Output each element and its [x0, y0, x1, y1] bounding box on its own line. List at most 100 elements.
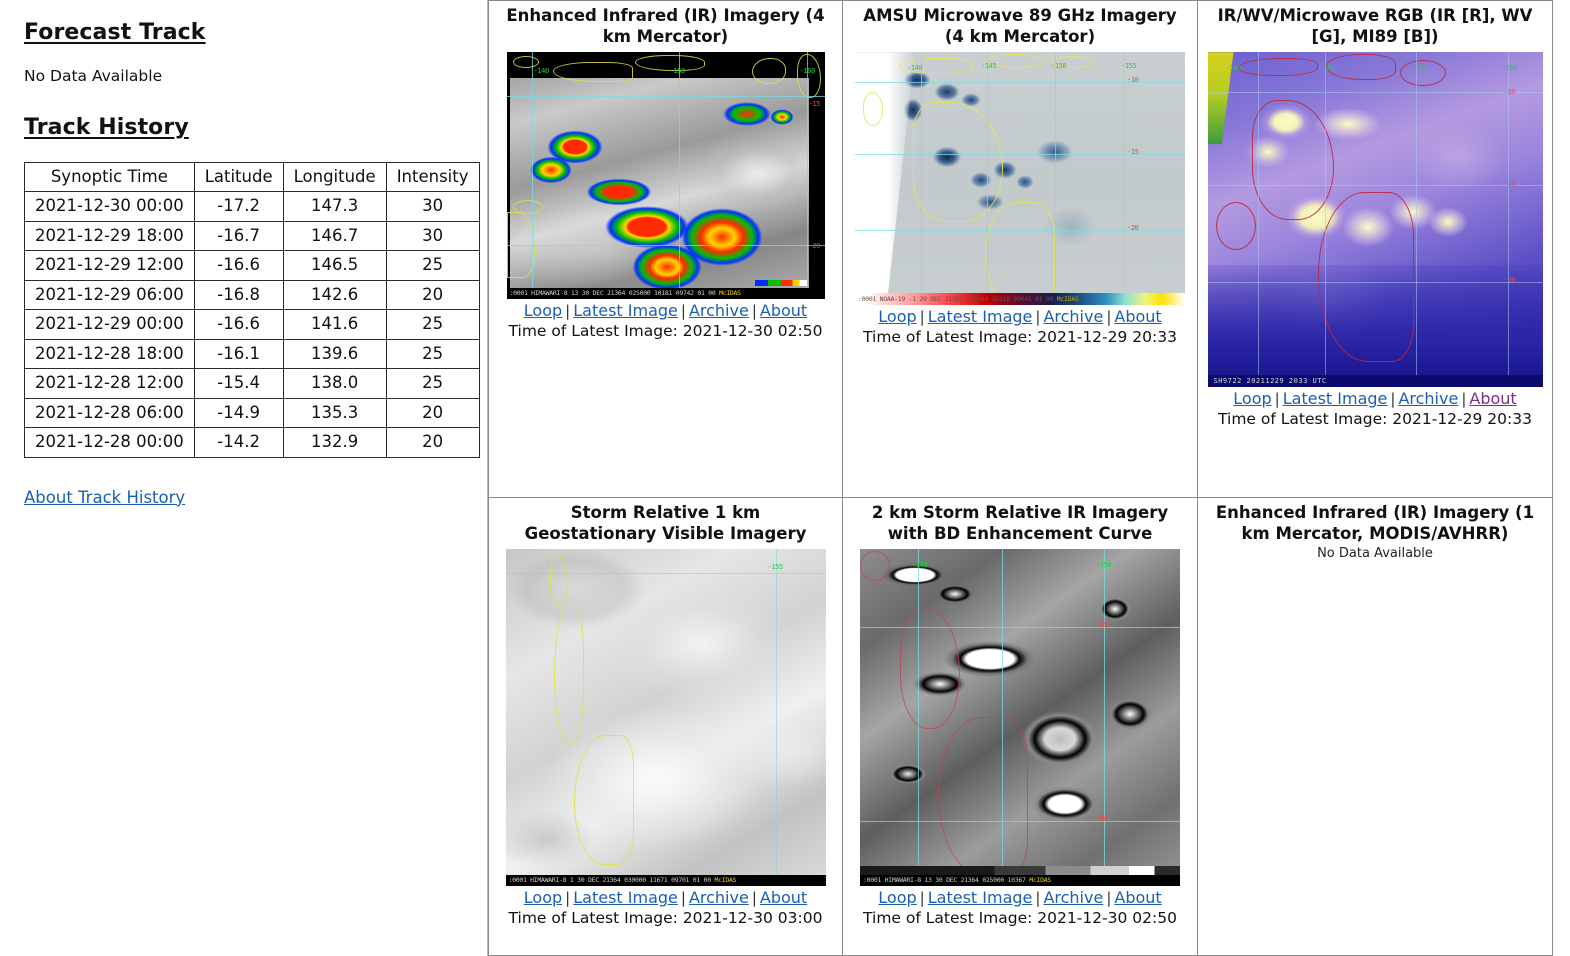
latest-image-link[interactable]: Latest Image: [573, 888, 678, 907]
column-header-latitude: Latitude: [193, 161, 284, 193]
archive-link[interactable]: Archive: [1398, 389, 1458, 408]
panel-amsu-microwave-89ghz: AMSU Microwave 89 GHz Imagery (4 km Merc…: [843, 0, 1198, 498]
cell-longitude: 142.6: [282, 279, 387, 311]
satellite-image-amsu-microwave[interactable]: -140 -145 -150 -155 -10 -15 -20 :0001 NO…: [855, 52, 1185, 306]
panel-caption: Loop | Latest Image | Archive | About Time of …: [1218, 389, 1532, 429]
cell-synoptic-time: 2021-12-29 06:00: [24, 279, 195, 311]
link-separator: |: [680, 889, 686, 908]
lon-label: -150: [669, 67, 686, 76]
image-footer-strip: SH9722 20211229 2033 UTC: [1207, 375, 1543, 388]
cell-latitude: -16.6: [193, 250, 284, 281]
archive-link[interactable]: Archive: [1043, 888, 1103, 907]
image-footer-strip: :0001 HIMAWARI-8 13 30 DEC 21364 025000 …: [506, 288, 825, 300]
lon-label: -140: [533, 67, 550, 76]
cell-intensity: 20: [385, 427, 480, 458]
cell-latitude: -16.6: [193, 309, 284, 340]
cell-longitude: 135.3: [282, 397, 387, 429]
lon-label: -155: [767, 563, 784, 572]
cell-intensity: 25: [385, 309, 480, 340]
about-link[interactable]: About: [1114, 307, 1161, 326]
about-link[interactable]: About: [760, 888, 807, 907]
cell-latitude: -14.2: [193, 427, 284, 458]
panel-title-line2: with BD Enhancement Curve: [887, 524, 1153, 544]
link-separator: |: [1035, 308, 1041, 327]
cell-latitude: -17.2: [193, 191, 284, 222]
loop-link[interactable]: Loop: [524, 301, 562, 320]
panel-title-line2: km Mercator): [602, 27, 729, 47]
panel-enhanced-ir-4km: Enhanced Infrared (IR) Imagery (4 km Mer…: [488, 0, 843, 498]
cell-synoptic-time: 2021-12-28 06:00: [24, 397, 195, 429]
latest-image-link[interactable]: Latest Image: [573, 301, 678, 320]
image-footer-text: :0001 HIMAWARI-8 1 30 DEC 21364 030000 1…: [508, 876, 712, 885]
loop-link[interactable]: Loop: [878, 307, 916, 326]
about-link[interactable]: About: [1114, 888, 1161, 907]
satellite-image-rgb-composite[interactable]: -140 -145 -150 -155 -10 -15 -20 SH9722 2…: [1207, 52, 1543, 388]
cell-latitude: -16.7: [193, 220, 284, 252]
track-history-body: 2021-12-30 00:00 -17.2 147.3 30 2021-12-29 1…: [24, 191, 480, 458]
panel-links: Loop | Latest Image | Archive | About: [863, 307, 1177, 327]
cell-synoptic-time: 2021-12-29 00:00: [24, 309, 195, 340]
link-separator: |: [1106, 889, 1112, 908]
satellite-image-bd-enhancement[interactable]: -145 -150 -15 -20 :0001 HIMAWARI-8 13 30…: [860, 549, 1180, 887]
panel-caption: Loop | Latest Image | Archive | About Time of …: [509, 301, 823, 341]
link-separator: |: [919, 308, 925, 327]
panel-title-line1: Storm Relative 1 km: [570, 503, 761, 522]
link-separator: |: [1461, 390, 1467, 409]
satellite-image-visible[interactable]: -155 :0001 HIMAWARI-8 1 30 DEC 21364 030…: [505, 549, 826, 887]
latest-image-link[interactable]: Latest Image: [1283, 389, 1388, 408]
lon-label: -150: [1096, 561, 1112, 570]
latest-image-link[interactable]: Latest Image: [928, 888, 1033, 907]
cell-synoptic-time: 2021-12-28 12:00: [24, 368, 195, 399]
panel-title-line1: Enhanced Infrared (IR) Imagery (4: [506, 6, 825, 25]
archive-link[interactable]: Archive: [689, 301, 749, 320]
cell-latitude: -14.9: [193, 397, 284, 429]
mcidas-brand: McIDAS: [714, 876, 737, 885]
cell-longitude: 139.6: [282, 338, 387, 370]
about-link[interactable]: About: [1469, 389, 1516, 408]
archive-link[interactable]: Archive: [689, 888, 749, 907]
link-separator: |: [680, 302, 686, 321]
loop-link[interactable]: Loop: [878, 888, 916, 907]
panel-enhanced-ir-1km-modis-avhrr: Enhanced Infrared (IR) Imagery (1 km Mer…: [1198, 498, 1553, 956]
lon-label: -150: [1409, 64, 1426, 73]
table-header-row: Synoptic Time Latitude Longitude Intensi…: [24, 161, 480, 193]
forecast-track-heading: Forecast Track: [24, 20, 206, 45]
satellite-image-enhanced-ir[interactable]: -140 -150 -160 -15 -20 :0001 HIMAWARI-8 …: [506, 52, 825, 300]
lon-label: -145: [1317, 64, 1334, 73]
cell-latitude: -16.8: [193, 279, 284, 311]
cell-synoptic-time: 2021-12-30 00:00: [24, 191, 195, 222]
lat-label: -10: [1127, 76, 1139, 85]
cell-longitude: 141.6: [282, 309, 387, 340]
cell-synoptic-time: 2021-12-28 18:00: [24, 338, 195, 370]
latest-image-link[interactable]: Latest Image: [928, 307, 1033, 326]
about-track-history-link[interactable]: About Track History: [24, 488, 185, 507]
panel-title-line1: 2 km Storm Relative IR Imagery: [871, 503, 1169, 522]
panel-ir-wv-microwave-rgb: IR/WV/Microwave RGB (IR [R], WV [G], MI8…: [1198, 0, 1553, 498]
panel-title-line1: Enhanced Infrared (IR) Imagery (1: [1215, 503, 1535, 522]
latest-image-time: Time of Latest Image: 2021-12-29 20:33: [863, 328, 1177, 347]
cell-longitude: 138.0: [282, 368, 387, 399]
cell-intensity: 20: [385, 279, 480, 311]
cell-intensity: 30: [385, 220, 480, 252]
page-root: Forecast Track No Data Available Track H…: [0, 0, 1570, 956]
panel-caption: Loop | Latest Image | Archive | About Time of …: [863, 307, 1177, 347]
loop-link[interactable]: Loop: [1233, 389, 1271, 408]
loop-link[interactable]: Loop: [524, 888, 562, 907]
panel-links: Loop | Latest Image | Archive | About: [1218, 389, 1532, 409]
cell-synoptic-time: 2021-12-29 18:00: [24, 220, 195, 252]
table-row: 2021-12-29 06:00 -16.8 142.6 20: [24, 279, 480, 311]
column-header-synoptic-time: Synoptic Time: [24, 161, 195, 193]
link-separator: |: [1106, 308, 1112, 327]
cell-synoptic-time: 2021-12-29 12:00: [24, 250, 195, 281]
panel-title-line2: [G], MI89 [B]): [1311, 27, 1439, 47]
archive-link[interactable]: Archive: [1043, 307, 1103, 326]
panel-title-line1: AMSU Microwave 89 GHz Imagery: [863, 6, 1177, 25]
cell-intensity: 25: [385, 368, 480, 399]
lat-label: -15: [1503, 180, 1516, 189]
track-history-table: Synoptic Time Latitude Longitude Intensi…: [24, 161, 480, 458]
about-link[interactable]: About: [760, 301, 807, 320]
lat-label: -15: [1096, 621, 1108, 630]
lon-label: -150: [1051, 62, 1067, 71]
lon-label: -140: [907, 64, 923, 73]
link-separator: |: [751, 302, 757, 321]
